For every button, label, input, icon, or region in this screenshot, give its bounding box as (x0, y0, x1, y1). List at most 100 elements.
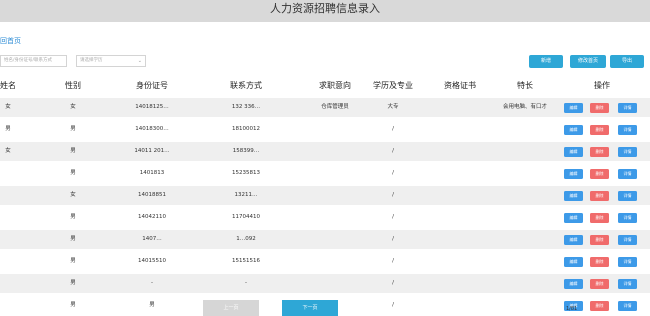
phone-cell: - (245, 280, 247, 286)
degree-select-placeholder: 请选择学历 (80, 58, 103, 63)
id-number-cell: 1407… (142, 236, 162, 242)
detail-button[interactable]: 详情 (618, 103, 637, 113)
add-button[interactable]: 新增 (529, 55, 563, 68)
phone-cell: 13211… (234, 192, 258, 198)
education-cell: / (392, 302, 394, 308)
search-input-placeholder: 姓名/身份证号/联系方式 (4, 58, 53, 63)
delete-button[interactable]: 删除 (590, 279, 609, 289)
detail-button[interactable]: 详情 (618, 147, 637, 157)
column-header: 操作 (594, 81, 610, 90)
education-cell: / (392, 236, 394, 242)
education-cell: / (392, 126, 394, 132)
column-header: 姓名 (0, 81, 16, 90)
column-header: 求职意向 (319, 81, 351, 90)
table-row: 男 - - / 编辑 删除 详情 (0, 274, 650, 293)
gender-cell: 女 (70, 104, 76, 110)
delete-button[interactable]: 删除 (590, 301, 609, 311)
edit-button[interactable]: 编辑 (564, 191, 583, 201)
edit-button[interactable]: 编辑 (564, 125, 583, 135)
education-cell: / (392, 170, 394, 176)
phone-cell: 1…092 (236, 236, 256, 242)
delete-button[interactable]: 删除 (590, 147, 609, 157)
id-number-cell: 14018851 (138, 192, 166, 198)
detail-button[interactable]: 详情 (618, 279, 637, 289)
search-input[interactable]: 姓名/身份证号/联系方式 (0, 55, 67, 67)
edit-button[interactable]: 编辑 (564, 257, 583, 267)
breadcrumb-home-link[interactable]: 回首页 (0, 36, 21, 46)
edit-button[interactable]: 编辑 (564, 147, 583, 157)
id-number-cell: 14015510 (138, 258, 166, 264)
detail-button[interactable]: 详情 (618, 301, 637, 311)
delete-button[interactable]: 删除 (590, 257, 609, 267)
gender-cell: 男 (70, 302, 76, 308)
edit-button[interactable]: 编辑 (564, 169, 583, 179)
id-number-cell: 14018300… (135, 126, 169, 132)
delete-button[interactable]: 删除 (590, 213, 609, 223)
column-header: 性别 (65, 81, 81, 90)
phone-cell: 158399… (232, 148, 260, 154)
education-cell: / (392, 148, 394, 154)
id-number-cell: 14011 201… (134, 148, 170, 154)
export-button[interactable]: 导出 (610, 55, 644, 68)
prev-page-button[interactable]: 上一页 (203, 300, 259, 316)
id-number-cell: 1401813 (139, 170, 165, 176)
delete-button[interactable]: 删除 (590, 191, 609, 201)
gender-cell: 男 (70, 236, 76, 242)
gender-cell: 男 (70, 258, 76, 264)
name-cell: 女 (5, 104, 11, 110)
edit-button[interactable]: 编辑 (564, 103, 583, 113)
page-indicator: 1/81 (566, 306, 578, 312)
edit-button[interactable]: 编辑 (564, 235, 583, 245)
column-header: 联系方式 (230, 81, 262, 90)
gender-cell: 男 (70, 126, 76, 132)
table-row: 女 女 14018125… 132 336… 仓库管理员 大专 会用电脑、有口才 编辑 删除 详情 (0, 98, 650, 117)
table-row: 男 14015510 15151516 / 编辑 删除 详情 (0, 252, 650, 271)
next-page-button[interactable]: 下一页 (282, 300, 338, 316)
phone-cell: 15235813 (232, 170, 260, 176)
education-cell: / (392, 280, 394, 286)
column-header: 特长 (517, 81, 533, 90)
edit-button[interactable]: 编辑 (564, 213, 583, 223)
delete-button[interactable]: 删除 (590, 235, 609, 245)
id-number-cell: - (151, 280, 153, 286)
chevron-down-icon: ⌄ (137, 58, 142, 64)
column-header: 身份证号 (136, 81, 168, 90)
column-header: 资格证书 (444, 81, 476, 90)
delete-button[interactable]: 删除 (590, 169, 609, 179)
detail-button[interactable]: 详情 (618, 235, 637, 245)
table-row: 男 1401813 15235813 / 编辑 删除 详情 (0, 164, 650, 183)
degree-select[interactable]: 请选择学历 ⌄ (76, 55, 146, 67)
education-cell: 大专 (387, 104, 399, 110)
id-number-cell: 14042110 (138, 214, 166, 220)
column-header: 学历及专业 (373, 81, 413, 90)
name-cell: 男 (5, 126, 11, 132)
detail-button[interactable]: 详情 (618, 169, 637, 179)
table-row: 男 14042110 11704410 / 编辑 删除 详情 (0, 208, 650, 227)
table-row: 女 14018851 13211… / 编辑 删除 详情 (0, 186, 650, 205)
gender-cell: 男 (70, 214, 76, 220)
id-number-cell: 14018125… (135, 104, 169, 110)
gender-cell: 女 (70, 192, 76, 198)
table-row: 男 1407… 1…092 / 编辑 删除 详情 (0, 230, 650, 249)
phone-cell: 15151516 (232, 258, 260, 264)
phone-cell: 18100012 (232, 126, 260, 132)
skill-cell: 会用电脑、有口才 (502, 104, 548, 110)
delete-button[interactable]: 删除 (590, 103, 609, 113)
gender-cell: 男 (70, 170, 76, 176)
phone-cell: 132 336… (231, 104, 261, 110)
table-row: 女 男 14011 201… 158399… / 编辑 删除 详情 (0, 142, 650, 161)
name-cell: 女 (5, 148, 11, 154)
intent-cell: 仓库管理员 (321, 104, 349, 110)
education-cell: / (392, 258, 394, 264)
delete-button[interactable]: 删除 (590, 125, 609, 135)
detail-button[interactable]: 详情 (618, 213, 637, 223)
detail-button[interactable]: 详情 (618, 191, 637, 201)
page-title: 人力资源招聘信息录入 (0, 0, 650, 22)
detail-button[interactable]: 详情 (618, 257, 637, 267)
gender-cell: 男 (70, 148, 76, 154)
edit-button[interactable]: 编辑 (564, 279, 583, 289)
education-cell: / (392, 214, 394, 220)
edit-home-button[interactable]: 修改首页 (570, 55, 606, 68)
detail-button[interactable]: 详情 (618, 125, 637, 135)
table-row: 男 男 14018300… 18100012 / 编辑 删除 详情 (0, 120, 650, 139)
